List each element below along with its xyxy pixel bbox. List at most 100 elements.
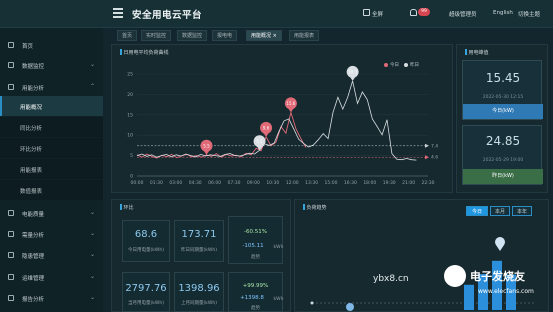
today-usage-value: 68.6 xyxy=(134,229,158,240)
tab-energy-overview[interactable]: 用能概况 × xyxy=(246,30,282,41)
sidebar-subitem-mom[interactable]: 环比分析 xyxy=(0,138,103,158)
y-tick-label: 10 xyxy=(127,133,133,139)
sidebar-item-home[interactable]: 首页 xyxy=(0,34,103,56)
x-tick-label: 10:30 xyxy=(266,180,279,186)
sidebar-subitem-label: 同比分析 xyxy=(20,126,43,132)
month-usage-value: 2797.76 xyxy=(125,283,167,294)
data-pin-label: 15.6 xyxy=(286,101,295,106)
switch-theme-button[interactable]: 切换主题 xyxy=(518,10,540,18)
month-change-percent: +99.99% xyxy=(242,283,269,289)
sidebar-item-label: 首页 xyxy=(22,44,34,50)
sidebar-item-label: 电能质量 xyxy=(22,212,45,218)
sidebar-item-maintenance[interactable]: 运维管理 ⌄ xyxy=(0,266,103,288)
watermark-brand: 电子发烧友 xyxy=(470,270,525,283)
report-icon xyxy=(8,295,14,301)
tab-report[interactable]: 报电电 xyxy=(212,30,238,41)
fullscreen-button[interactable]: 全屏 xyxy=(372,10,383,18)
y-tick-label: 5 xyxy=(130,153,133,159)
sidebar-subitem-label: 环比分析 xyxy=(20,147,43,153)
period-year-button[interactable]: 本年 xyxy=(512,206,532,216)
data-pin: 5.5 xyxy=(253,135,266,151)
last-month-usage-value: 1398.96 xyxy=(178,283,220,294)
x-tick-label: 18:00 xyxy=(363,180,376,186)
sidebar-subitem-overview[interactable]: 用能概况 xyxy=(0,96,103,116)
tab-energy-report[interactable]: 用能报表 xyxy=(289,30,320,41)
x-tick-label: 19:30 xyxy=(383,180,396,186)
today-usage-box: 68.6 今日用电量(kWh) xyxy=(122,220,170,262)
sidebar-item-label: 报告分析 xyxy=(22,297,45,303)
notification-badge: 99 xyxy=(418,8,430,16)
language-switch[interactable]: English xyxy=(493,10,513,16)
last-month-usage-label: 上月同期量(kWh) xyxy=(181,301,217,306)
warning-icon xyxy=(8,252,14,258)
sidebar-item-label: 运维管理 xyxy=(22,276,45,282)
period-today-button[interactable]: 今日 xyxy=(466,206,488,216)
sidebar-item-demand[interactable]: 需量分析 ⌄ xyxy=(0,223,103,245)
peak-today-card: 15.45 2022-05-30 12:15 今日(kW) xyxy=(462,60,543,120)
chevron-down-icon: ⌄ xyxy=(89,273,95,280)
watermark: ybx8.cn 电子发烧友 www.elecfans.com xyxy=(373,263,553,312)
sidebar-item-data-monitor[interactable]: 数据监控 ⌄ xyxy=(0,54,103,76)
data-pin-label: 19.3 xyxy=(348,69,357,74)
compare-title: 环比 xyxy=(120,204,134,211)
menu-toggle-icon[interactable] xyxy=(113,8,123,18)
chevron-down-icon: ⌄ xyxy=(89,294,95,301)
x-tick-label: 01:30 xyxy=(150,180,163,186)
chevron-up-icon: ⌃ xyxy=(89,83,95,90)
watermark-logo-icon xyxy=(444,265,466,287)
yesterday-usage-box: 173.71 昨日同期量(kWh) xyxy=(174,220,224,262)
tab-home[interactable]: 首页 xyxy=(117,30,138,41)
data-pin-tail xyxy=(202,148,211,155)
sidebar-subitem-report[interactable]: 用能报表 xyxy=(0,159,103,179)
x-tick-label: 13:30 xyxy=(305,180,318,186)
tab-data-monitor[interactable]: 数据监控 xyxy=(177,30,208,41)
day-change-percent: -60.51% xyxy=(244,229,267,235)
sidebar-subitem-value-report[interactable]: 数值报表 xyxy=(0,180,103,200)
sidebar-item-hazard[interactable]: 隐患管理 ⌄ xyxy=(0,244,103,266)
data-pin-tail xyxy=(286,106,295,113)
data-pin: 5.5 xyxy=(200,139,213,155)
chevron-down-icon: ⌄ xyxy=(89,251,95,258)
load-curve-chart: 0 5 10 15 20 25 00:00 01:30 03:00 04:30 06:00 07:30… xyxy=(127,65,438,186)
peak-yesterday-time: 2022-05-29 19:00 xyxy=(482,158,524,163)
series-yesterday-line xyxy=(136,80,417,161)
sidebar-subitem-label: 用能报表 xyxy=(20,168,43,174)
y-tick-label: 15 xyxy=(127,112,133,118)
y-tick-label: 25 xyxy=(127,72,133,78)
user-name[interactable]: 超级管理员 xyxy=(449,10,477,18)
bell-icon[interactable] xyxy=(410,9,417,16)
watermark-text: ybx8.cn xyxy=(373,274,409,284)
peak-yesterday-value: 24.85 xyxy=(485,134,521,148)
x-tick-label: 04:30 xyxy=(189,180,202,186)
data-pin-label: 9.6 xyxy=(263,125,270,130)
data-pin-label: 5.5 xyxy=(256,139,263,144)
reference-arrow xyxy=(425,143,429,148)
today-usage-label: 今日用电量(kWh) xyxy=(128,248,164,253)
y-tick-label: 0 xyxy=(130,174,133,180)
peak-today-button[interactable]: 今日(kW) xyxy=(463,104,543,119)
yesterday-usage-value: 173.71 xyxy=(181,229,217,240)
peak-title: 用电峰值 xyxy=(465,49,489,56)
trend-start-dot xyxy=(310,301,314,305)
yesterday-usage-label: 昨日同期量(kWh) xyxy=(181,248,217,253)
x-tick-label: 22:30 xyxy=(422,180,435,186)
fullscreen-icon[interactable] xyxy=(363,9,370,16)
sidebar-item-power-quality[interactable]: 电能质量 ⌄ xyxy=(0,202,103,224)
day-change-unit: kWh xyxy=(273,245,284,250)
reference-label: 4.6 xyxy=(431,155,438,161)
sidebar-item-report-analysis[interactable]: 报告分析 ⌄ xyxy=(0,287,103,309)
period-month-button[interactable]: 本月 xyxy=(490,206,510,216)
data-pin: 19.3 xyxy=(346,65,359,81)
trend-pin-tail xyxy=(496,245,504,251)
sidebar-subitem-yoy[interactable]: 同比分析 xyxy=(0,117,103,137)
peak-today-time: 2022-05-30 12:15 xyxy=(482,95,524,100)
sidebar-item-label: 隐患管理 xyxy=(22,254,45,260)
month-trend-label: 趋势 xyxy=(251,306,260,311)
peak-yesterday-button[interactable]: 昨日(kW) xyxy=(463,169,543,184)
chevron-down-icon: ⌄ xyxy=(89,230,95,237)
tab-realtime[interactable]: 实时监控 xyxy=(141,30,172,41)
sidebar-item-energy-analysis[interactable]: 用能分析 ⌃ xyxy=(0,76,103,98)
y-tick-label: 20 xyxy=(127,92,133,98)
x-tick-label: 21:00 xyxy=(402,180,415,186)
month-change-unit: kWh xyxy=(273,297,284,302)
